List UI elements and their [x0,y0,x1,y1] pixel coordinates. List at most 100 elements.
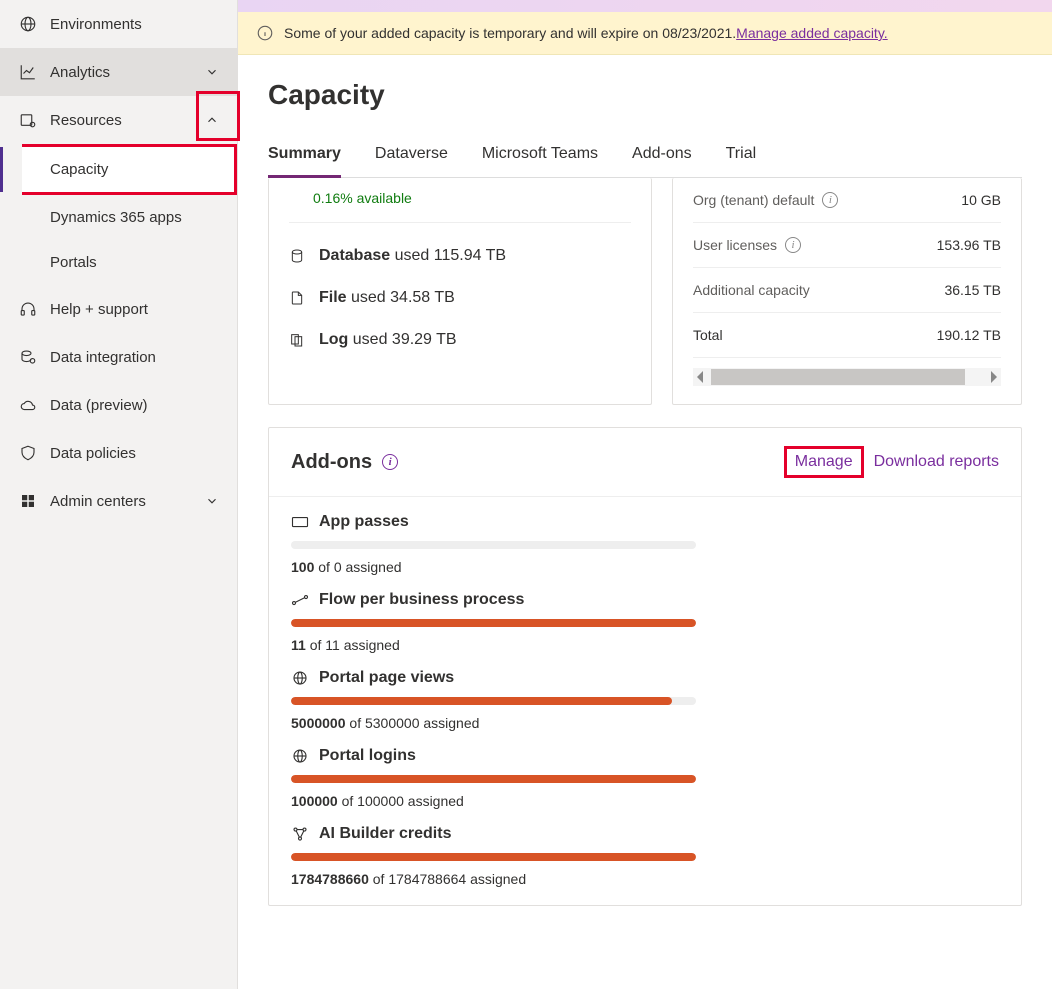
addons-title: Add-ons i [291,451,398,474]
globe-icon [291,669,309,687]
capacity-sources-card: Org (tenant) default i 10 GB User license… [672,178,1022,405]
sidebar-item-data-preview[interactable]: Data (preview) [0,381,237,429]
tab-summary[interactable]: Summary [268,139,341,177]
info-icon [256,24,274,42]
source-value: 190.12 TB [937,327,1001,343]
sidebar-item-label: Admin centers [50,493,146,510]
source-value: 36.15 TB [944,282,1001,298]
download-reports-link[interactable]: Download reports [874,453,999,471]
sidebar-item-label: Data policies [50,445,136,462]
available-percentage: 0.16% available [289,178,631,223]
sidebar-item-analytics[interactable]: Analytics [0,48,237,96]
top-bar-gradient [238,0,1052,12]
sidebar-item-data-integration[interactable]: Data integration [0,333,237,381]
log-usage: Log used 39.29 TB [289,331,631,349]
source-row-user-licenses: User licenses i 153.96 TB [693,223,1001,268]
progress-bar [291,697,696,705]
sidebar-item-dynamics-365-apps[interactable]: Dynamics 365 apps [0,195,237,240]
banner-link[interactable]: Manage added capacity. [736,25,888,41]
database-label: Database [319,247,390,264]
source-label: Total [693,327,723,343]
addon-title-label: App passes [319,513,409,531]
file-usage: File used 34.58 TB [289,289,631,307]
shield-icon [18,443,38,463]
log-icon [289,332,307,348]
addon-status: 1784788660 of 1784788664 assigned [291,871,999,887]
progress-bar [291,541,696,549]
tab-add-ons[interactable]: Add-ons [632,139,692,177]
sidebar-item-label: Environments [50,16,142,33]
flow-icon [291,593,309,607]
progress-bar [291,775,696,783]
page-title: Capacity [268,79,1022,111]
sidebar-item-label: Help + support [50,301,148,318]
addon-portal-page-views: Portal page views 5000000 of 5300000 ass… [269,653,1021,731]
chevron-down-icon [205,65,219,79]
sidebar-item-help-support[interactable]: Help + support [0,285,237,333]
addon-title-label: Portal logins [319,747,416,765]
addon-status: 11 of 11 assigned [291,637,999,653]
manage-link[interactable]: Manage [795,453,853,470]
source-row-org-default: Org (tenant) default i 10 GB [693,178,1001,223]
resources-icon [18,110,38,130]
log-used-value: used 39.29 TB [348,331,456,348]
file-icon [289,290,307,306]
info-icon[interactable]: i [785,237,801,253]
sidebar-item-environments[interactable]: Environments [0,0,237,48]
addon-flow-per-business-process: Flow per business process 11 of 11 assig… [269,575,1021,653]
info-icon[interactable]: i [822,192,838,208]
banner-text: Some of your added capacity is temporary… [284,25,736,41]
database-icon [289,248,307,264]
storage-usage-card: 0.16% available Database used 115.94 TB … [268,178,652,405]
addon-ai-builder-credits: AI Builder credits 1784788660 of 1784788… [269,809,1021,905]
sidebar: Environments Analytics Resources Capacit… [0,0,238,989]
globe-icon [291,747,309,765]
tab-trial[interactable]: Trial [726,139,757,177]
log-label: Log [319,331,348,348]
database-usage: Database used 115.94 TB [289,247,631,265]
horizontal-scrollbar[interactable] [693,368,1001,386]
sidebar-item-admin-centers[interactable]: Admin centers [0,477,237,525]
addon-status: 5000000 of 5300000 assigned [291,715,999,731]
progress-bar [291,853,696,861]
cloud-icon [18,395,38,415]
sidebar-item-capacity[interactable]: Capacity [22,144,237,195]
info-banner: Some of your added capacity is temporary… [238,12,1052,55]
source-label: Org (tenant) default [693,192,814,208]
sidebar-item-resources[interactable]: Resources [0,96,237,144]
source-row-additional-capacity: Additional capacity 36.15 TB [693,268,1001,313]
tab-dataverse[interactable]: Dataverse [375,139,448,177]
main-content: Some of your added capacity is temporary… [238,0,1052,989]
source-value: 153.96 TB [937,237,1001,253]
file-used-value: used 34.58 TB [347,289,455,306]
source-value: 10 GB [961,192,1001,208]
chevron-up-icon [205,113,219,127]
sidebar-item-label: Data integration [50,349,156,366]
source-label: User licenses [693,237,777,253]
sidebar-item-portals[interactable]: Portals [0,240,237,285]
progress-bar [291,619,696,627]
tab-microsoft-teams[interactable]: Microsoft Teams [482,139,598,177]
sidebar-item-label: Data (preview) [50,397,148,414]
database-used-value: used 115.94 TB [390,247,506,264]
chevron-down-icon [205,494,219,508]
headset-icon [18,299,38,319]
addon-status: 100000 of 100000 assigned [291,793,999,809]
ai-icon [291,825,309,843]
sidebar-item-data-policies[interactable]: Data policies [0,429,237,477]
sidebar-item-label: Dynamics 365 apps [50,209,182,226]
admin-centers-icon [18,491,38,511]
chart-icon [18,62,38,82]
sidebar-item-label: Analytics [50,64,110,81]
sidebar-item-label: Resources [50,112,122,129]
data-integration-icon [18,347,38,367]
sidebar-item-label: Capacity [50,161,108,178]
info-icon[interactable]: i [382,454,398,470]
globe-icon [18,14,38,34]
addon-app-passes: App passes 100 of 0 assigned [269,497,1021,575]
addon-title-label: Flow per business process [319,591,524,609]
source-label: Additional capacity [693,282,810,298]
sidebar-item-label: Portals [50,254,97,271]
source-row-total: Total 190.12 TB [693,313,1001,358]
addon-portal-logins: Portal logins 100000 of 100000 assigned [269,731,1021,809]
